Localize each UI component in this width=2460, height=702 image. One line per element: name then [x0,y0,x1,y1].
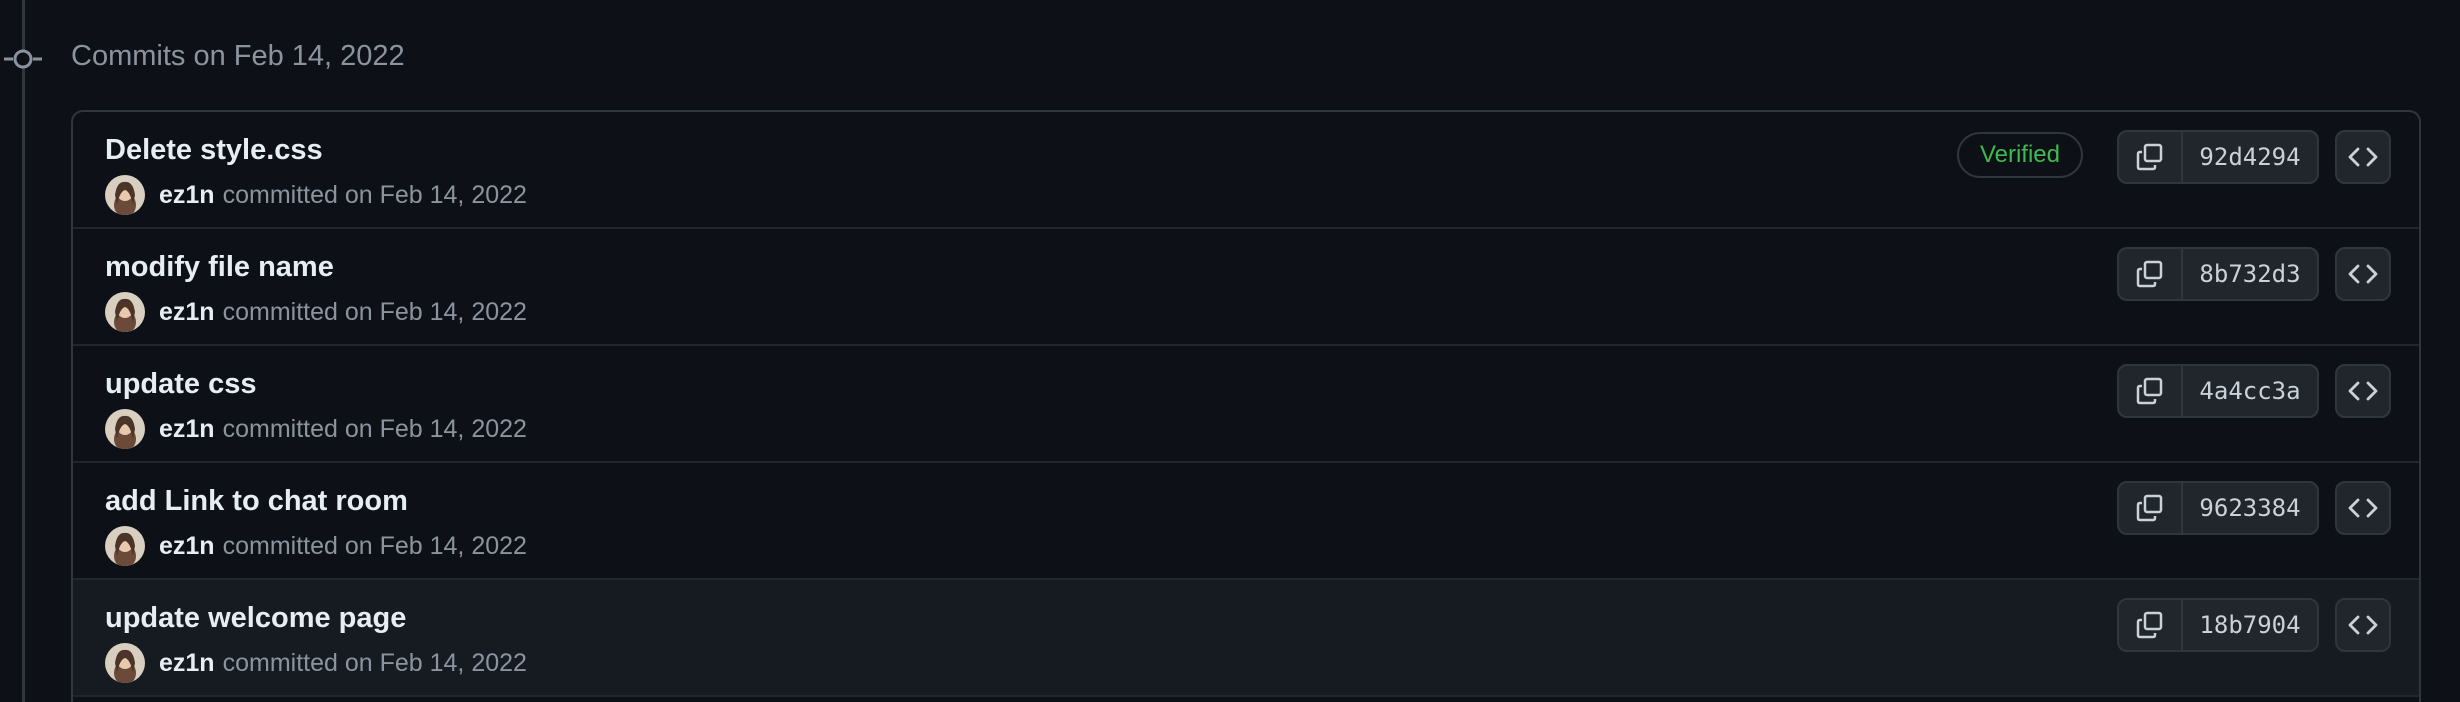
commit-message-link[interactable]: add Link to chat room [105,481,408,521]
author-link[interactable]: ez1n [159,298,215,327]
avatar[interactable] [105,175,145,215]
commit-sha-group: 92d4294 [2117,130,2319,184]
commit-row: update welcome page ez1n committed on Fe… [73,580,2419,697]
commit-meta: ez1n committed on Feb 14, 2022 [105,408,527,450]
commit-row: update css ez1n committed on Feb 14, 202… [73,346,2419,463]
commit-date-text: committed on Feb 14, 2022 [222,531,527,560]
git-commit-icon [4,49,42,69]
browse-repo-button[interactable] [2335,598,2391,652]
commit-row: Delete style.css ez1n committed on Feb 1… [73,112,2419,229]
copy-icon [2136,377,2163,405]
browse-repo-button[interactable] [2335,364,2391,418]
commit-sha-group: 8b732d3 [2117,247,2319,301]
copy-icon [2136,611,2163,639]
commit-meta: ez1n committed on Feb 14, 2022 [105,642,527,684]
commit-meta: ez1n committed on Feb 14, 2022 [105,291,527,333]
commit-row: modify file name ez1n committed on Feb 1… [73,229,2419,346]
commit-message-link[interactable]: update welcome page [105,598,406,638]
avatar[interactable] [105,409,145,449]
commit-sha-group: 4a4cc3a [2117,364,2319,418]
copy-icon [2136,494,2163,522]
commit-date-text: committed on Feb 14, 2022 [222,414,527,443]
commit-group-title: Commits on Feb 14, 2022 [71,40,405,72]
avatar[interactable] [105,643,145,683]
author-link[interactable]: ez1n [159,532,215,561]
code-icon [2348,147,2378,167]
commit-sha-group: 9623384 [2117,481,2319,535]
copy-sha-button[interactable] [2119,132,2183,182]
commit-date-text: committed on Feb 14, 2022 [222,180,527,209]
commit-list: Delete style.css ez1n committed on Feb 1… [71,110,2421,702]
commit-row: add Link to chat room ez1n committed on … [73,463,2419,580]
avatar[interactable] [105,292,145,332]
copy-sha-button[interactable] [2119,366,2183,416]
commit-date-text: committed on Feb 14, 2022 [222,297,527,326]
commit-sha-link[interactable]: 4a4cc3a [2183,366,2317,416]
browse-repo-button[interactable] [2335,247,2391,301]
commit-sha-link[interactable]: 18b7904 [2183,600,2317,650]
copy-icon [2136,260,2163,288]
browse-repo-button[interactable] [2335,481,2391,535]
verified-badge[interactable]: Verified [1956,132,2083,178]
commit-message-link[interactable]: update css [105,364,257,404]
copy-sha-button[interactable] [2119,483,2183,533]
code-icon [2348,615,2378,635]
commit-sha-link[interactable]: 9623384 [2183,483,2317,533]
commit-sha-group: 18b7904 [2117,598,2319,652]
commit-meta: ez1n committed on Feb 14, 2022 [105,525,527,567]
commit-date-text: committed on Feb 14, 2022 [222,648,527,677]
code-icon [2348,264,2378,284]
author-link[interactable]: ez1n [159,181,215,210]
code-icon [2348,381,2378,401]
commit-sha-link[interactable]: 92d4294 [2183,132,2317,182]
avatar[interactable] [105,526,145,566]
commit-history-page: Commits on Feb 14, 2022 Delete style.css… [0,0,2460,702]
commit-meta: ez1n committed on Feb 14, 2022 [105,174,527,216]
copy-sha-button[interactable] [2119,600,2183,650]
code-icon [2348,498,2378,518]
commit-sha-link[interactable]: 8b732d3 [2183,249,2317,299]
copy-icon [2136,143,2163,171]
commit-message-link[interactable]: Delete style.css [105,130,323,170]
commit-message-link[interactable]: modify file name [105,247,334,287]
author-link[interactable]: ez1n [159,649,215,678]
timeline-line [22,0,25,702]
author-link[interactable]: ez1n [159,415,215,444]
copy-sha-button[interactable] [2119,249,2183,299]
browse-repo-button[interactable] [2335,130,2391,184]
